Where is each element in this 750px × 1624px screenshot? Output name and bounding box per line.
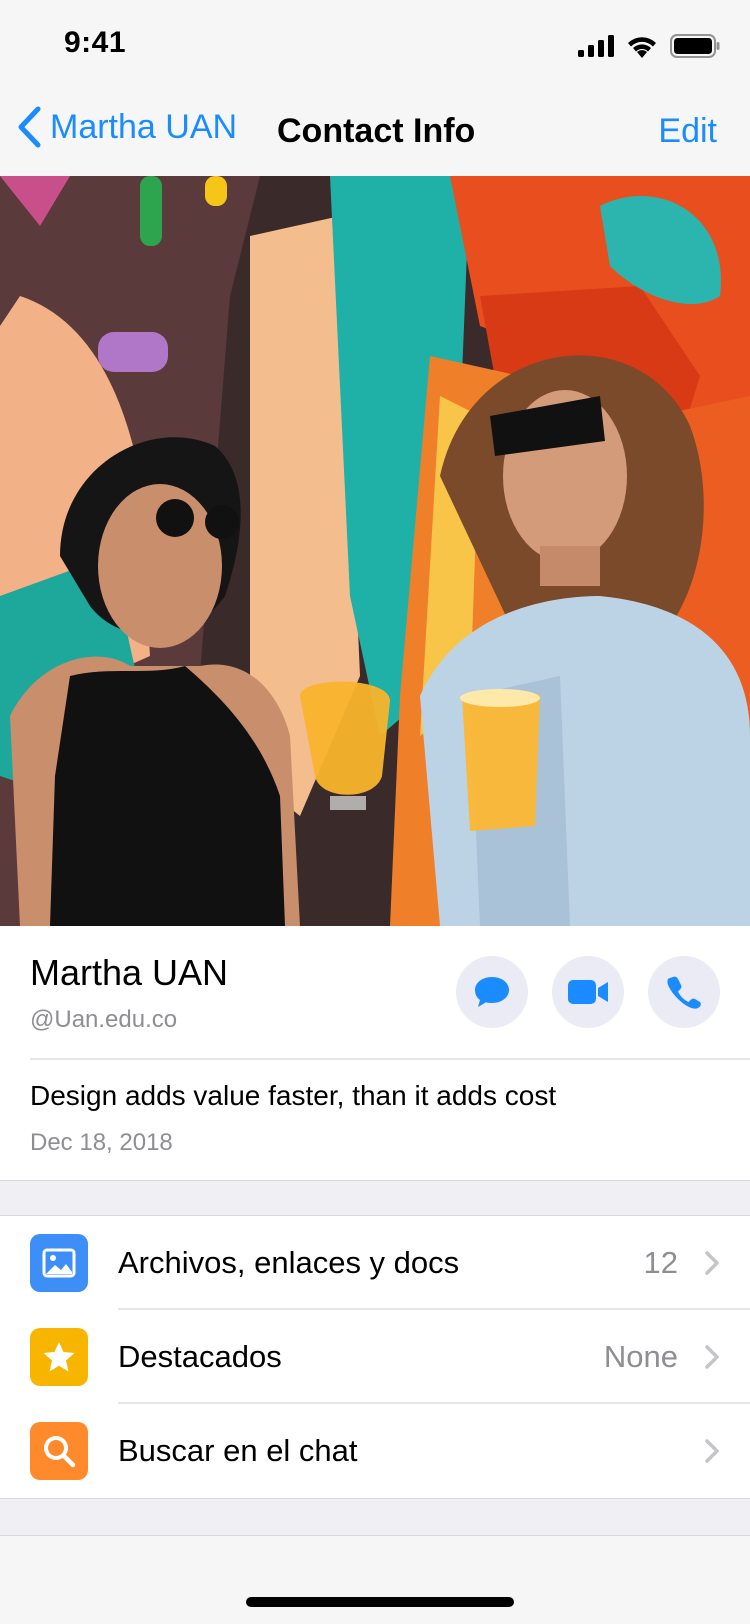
status-date: Dec 18, 2018 <box>30 1129 173 1156</box>
status-time: 9:41 <box>64 26 127 59</box>
phone-call-button[interactable] <box>648 956 720 1028</box>
list-item-label: Buscar en el chat <box>118 1433 358 1468</box>
profile-card: Martha UAN @Uan.edu.co Design adds value… <box>0 926 750 1180</box>
contact-actions <box>456 956 720 1028</box>
divider <box>30 1058 750 1060</box>
chevron-right-icon <box>705 1345 719 1369</box>
star-icon <box>30 1328 88 1386</box>
home-indicator[interactable] <box>246 1597 514 1607</box>
cellular-signal-icon <box>578 35 614 57</box>
list-item-media-links-docs[interactable]: Archivos, enlaces y docs 12 <box>0 1216 750 1310</box>
list-item-starred[interactable]: Destacados None <box>0 1310 750 1404</box>
message-button[interactable] <box>456 956 528 1028</box>
search-icon <box>30 1422 88 1480</box>
contact-photo[interactable] <box>0 176 750 926</box>
edit-button[interactable]: Edit <box>658 112 717 151</box>
photo-icon <box>30 1234 88 1292</box>
list-item-value: None <box>603 1339 678 1374</box>
list-item-search-chat[interactable]: Buscar en el chat <box>0 1404 750 1498</box>
wifi-icon <box>628 37 656 58</box>
message-icon <box>475 977 509 1007</box>
list-item-value: 12 <box>643 1245 678 1280</box>
status-bar: 9:41 <box>0 0 750 88</box>
contact-status: Design adds value faster, than it adds c… <box>30 1080 557 1111</box>
video-call-button[interactable] <box>552 956 624 1028</box>
page-title: Contact Info <box>277 112 476 150</box>
section-separator <box>0 1498 750 1536</box>
contact-handle: @Uan.edu.co <box>30 1006 178 1033</box>
chevron-left-icon <box>18 106 41 148</box>
status-icons <box>578 34 720 58</box>
chevron-right-icon <box>705 1439 719 1463</box>
phone-icon <box>667 976 701 1009</box>
navigation-bar: Martha UAN Contact Info Edit <box>0 88 750 176</box>
chevron-right-icon <box>705 1251 719 1275</box>
back-button[interactable]: Martha UAN <box>16 106 237 148</box>
video-icon <box>568 980 608 1004</box>
battery-icon <box>670 34 720 58</box>
list-item-label: Archivos, enlaces y docs <box>118 1245 460 1280</box>
list-item-label: Destacados <box>118 1339 282 1374</box>
back-button-label: Martha UAN <box>50 107 238 146</box>
section-separator <box>0 1180 750 1216</box>
contact-photo-image <box>0 176 750 926</box>
contact-name: Martha UAN <box>30 952 229 993</box>
options-list: Archivos, enlaces y docs 12 Destacados N… <box>0 1216 750 1498</box>
